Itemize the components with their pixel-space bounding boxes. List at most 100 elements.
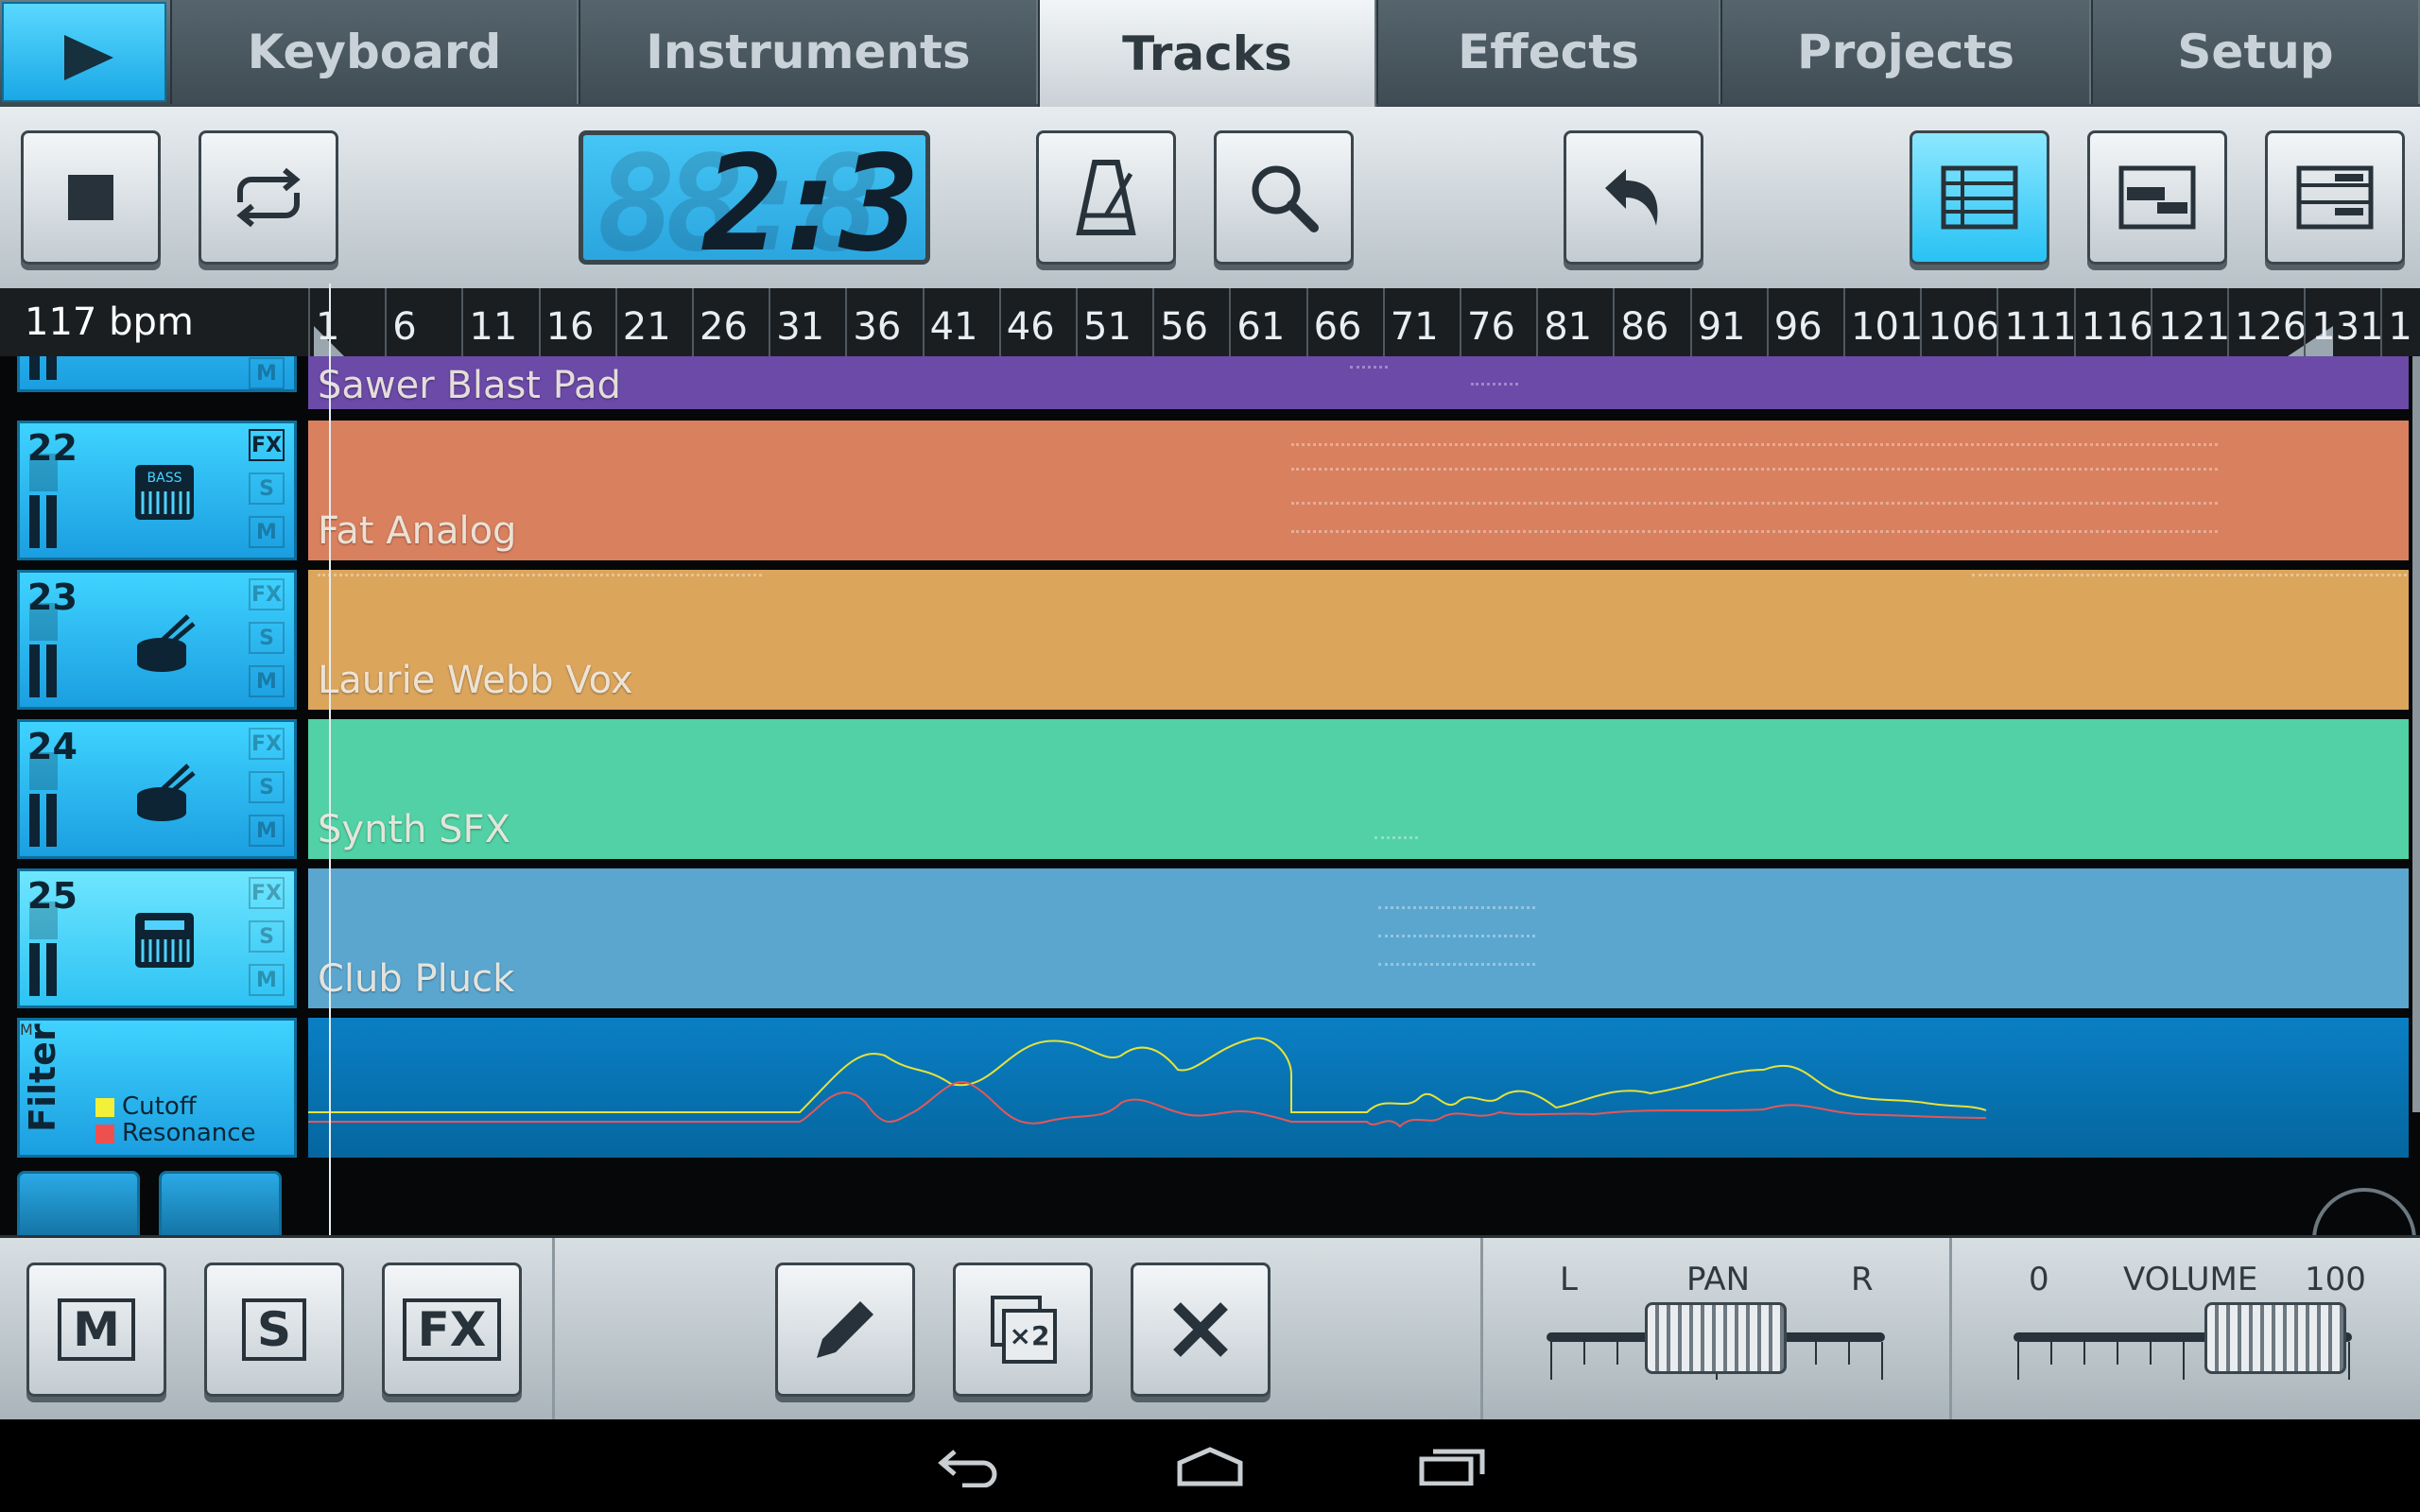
- ruler-bar-number: 66: [1313, 305, 1362, 349]
- tab-instruments[interactable]: Instruments: [579, 0, 1038, 104]
- solo-toggle[interactable]: S: [249, 472, 285, 505]
- home-icon[interactable]: [1174, 1446, 1246, 1489]
- track-lane-synth-sfx[interactable]: Synth SFX: [308, 719, 2409, 859]
- mute-toggle[interactable]: M: [249, 815, 285, 847]
- ruler-bar-number: 21: [622, 305, 671, 349]
- track-header-24[interactable]: 24 FX S M: [17, 719, 297, 859]
- automation-lane-filter[interactable]: [308, 1018, 2409, 1158]
- track-header-25[interactable]: 25 FX S M: [17, 868, 297, 1008]
- view-clips-button[interactable]: [2087, 130, 2227, 265]
- drum-icon: [137, 614, 196, 672]
- fx-button[interactable]: FX: [382, 1263, 522, 1397]
- timeline-ruler[interactable]: 1 6 11 16 21 26 31 36 41 46 51 56 61 66 71 76 81 86 91 96 10…: [304, 288, 2420, 360]
- bass-keyboard-icon: BASS: [135, 465, 194, 520]
- ruler-bar-number: 71: [1390, 305, 1439, 349]
- delete-button[interactable]: [1131, 1263, 1270, 1397]
- svg-text:×2: ×2: [1010, 1320, 1050, 1351]
- solo-button[interactable]: S: [204, 1263, 344, 1397]
- mute-toggle[interactable]: M: [249, 357, 285, 389]
- fl-studio-mobile-window: Keyboard Instruments Tracks Effects Proj…: [0, 0, 2420, 1512]
- slider-tick: [2183, 1342, 2185, 1380]
- clip-view-icon: [2118, 165, 2196, 230]
- tab-projects[interactable]: Projects: [1720, 0, 2091, 104]
- view-mixer-button[interactable]: [2265, 130, 2405, 265]
- scroll-knob[interactable]: [2312, 1188, 2416, 1235]
- slider-tick: [1583, 1342, 1585, 1365]
- track-lane-club-pluck[interactable]: Club Pluck: [308, 868, 2409, 1008]
- song-position-value: 2:3: [703, 128, 920, 282]
- ruler-tick: [614, 288, 617, 356]
- loop-button[interactable]: [199, 130, 338, 265]
- tab-setup[interactable]: Setup: [2091, 0, 2420, 104]
- back-icon[interactable]: [934, 1444, 1000, 1487]
- mute-toggle[interactable]: M: [249, 665, 285, 697]
- automation-header-filter[interactable]: Filter M Cutoff Resonance: [17, 1018, 297, 1158]
- draw-button[interactable]: [775, 1263, 915, 1397]
- track-name: Laurie Webb Vox: [318, 659, 633, 702]
- pan-slider-thumb[interactable]: [1645, 1302, 1787, 1374]
- ruler-tick: [998, 288, 1001, 356]
- recent-apps-icon[interactable]: [1418, 1446, 1486, 1486]
- ruler-tick: [2227, 288, 2229, 356]
- metronome-button[interactable]: [1036, 130, 1176, 265]
- ruler-tick: [538, 288, 541, 356]
- zoom-button[interactable]: [1214, 130, 1354, 265]
- tab-keyboard[interactable]: Keyboard: [170, 0, 579, 104]
- mute-toggle[interactable]: M: [249, 964, 285, 996]
- ruler-tick: [2073, 288, 2076, 356]
- level-meter: [29, 943, 58, 996]
- volume-title: VOLUME: [2123, 1261, 2258, 1298]
- fx-toggle[interactable]: FX: [249, 877, 285, 909]
- stop-button[interactable]: [21, 130, 161, 265]
- tab-tracks[interactable]: Tracks: [1038, 0, 1376, 107]
- ruler-bar-number: 116: [2081, 305, 2153, 349]
- add-automation-button[interactable]: [159, 1171, 282, 1235]
- drum-icon: [137, 764, 196, 821]
- ruler-tick: [385, 288, 388, 356]
- mute-toggle[interactable]: M: [249, 516, 285, 548]
- resonance-swatch: [95, 1124, 114, 1143]
- vertical-scrollbar[interactable]: [2412, 356, 2420, 1112]
- ruler-tick: [1613, 288, 1616, 356]
- level-meter: [29, 644, 58, 697]
- tab-effects[interactable]: Effects: [1376, 0, 1720, 104]
- undo-button[interactable]: [1564, 130, 1703, 265]
- play-button[interactable]: [2, 2, 166, 102]
- resonance-curve: [308, 1081, 1987, 1128]
- ruler-tick: [1766, 288, 1769, 356]
- duplicate-button[interactable]: ×2: [953, 1263, 1093, 1397]
- solo-toggle[interactable]: S: [249, 622, 285, 654]
- pan-right-label: R: [1851, 1261, 1874, 1298]
- fx-toggle[interactable]: FX: [249, 728, 285, 760]
- ruler-tick: [922, 288, 925, 356]
- ruler-tick: [2150, 288, 2152, 356]
- add-track-button[interactable]: [17, 1171, 140, 1235]
- track-lane-fat-analog[interactable]: Fat Analog: [308, 421, 2409, 560]
- fx-toggle[interactable]: FX: [249, 578, 285, 610]
- ruler-bar-number: 76: [1467, 305, 1515, 349]
- tempo-display[interactable]: 117 bpm: [0, 288, 304, 356]
- track-lane-sawer-blast-pad[interactable]: Sawer Blast Pad: [308, 356, 2409, 409]
- view-tracks-button[interactable]: [1910, 130, 2049, 265]
- playhead[interactable]: [329, 284, 331, 1238]
- ruler-tick: [1305, 288, 1308, 356]
- track-header-22[interactable]: 22 BASS FX S M: [17, 421, 297, 560]
- ruler-tick: [1843, 288, 1845, 356]
- ruler-tick: [308, 288, 310, 356]
- volume-max-label: 100: [2305, 1261, 2366, 1298]
- ruler-bar-number: 36: [853, 305, 902, 349]
- fx-toggle[interactable]: FX: [249, 429, 285, 461]
- ruler-tick: [1152, 288, 1155, 356]
- track-header-21[interactable]: M: [17, 356, 297, 392]
- solo-toggle[interactable]: S: [249, 771, 285, 803]
- ruler-bar-number: 91: [1697, 305, 1746, 349]
- solo-toggle[interactable]: S: [249, 920, 285, 953]
- track-header-23[interactable]: 23 FX S M: [17, 570, 297, 710]
- ruler-tick: [1536, 288, 1539, 356]
- ruler-bar-number: 31: [776, 305, 825, 349]
- duplicate-icon: ×2: [991, 1296, 1057, 1364]
- volume-slider-thumb[interactable]: [2204, 1302, 2346, 1374]
- mute-button[interactable]: M: [26, 1263, 166, 1397]
- ruler-bar-number: 86: [1620, 305, 1669, 349]
- track-lane-laurie-webb-vox[interactable]: Laurie Webb Vox: [308, 570, 2409, 710]
